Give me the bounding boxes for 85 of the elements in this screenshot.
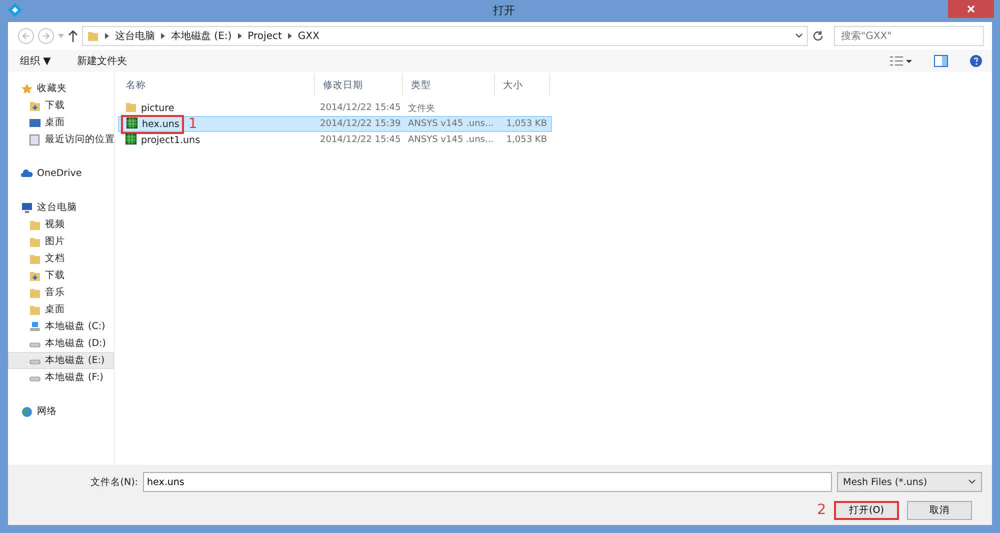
- date-cell-text: 2014/12/22 15:45: [319, 135, 402, 145]
- filename-label: 文件名(N):: [89, 476, 138, 488]
- back-arrow-icon: [22, 32, 30, 40]
- computer-icon: [21, 202, 33, 214]
- folder-icon: [29, 252, 41, 264]
- sidebar-item[interactable]: 下载: [8, 97, 114, 114]
- mesh-file-icon: [126, 116, 138, 128]
- sidebar-item[interactable]: 本地磁盘 (C:): [8, 318, 114, 335]
- sidebar-item[interactable]: 下载: [8, 267, 114, 284]
- chevron-icon: [105, 33, 109, 39]
- file-row[interactable]: picture 2014/12/22 15:45 文件夹: [118, 100, 552, 116]
- sidebar-item[interactable]: 桌面: [8, 114, 114, 131]
- file-name: hex.uns: [142, 118, 180, 130]
- size-cell-text: 1,053 KB: [505, 135, 548, 145]
- sidebar-item[interactable]: 网络: [8, 403, 114, 420]
- close-icon: [967, 5, 975, 13]
- dialog-button[interactable]: 打开(O): [834, 500, 899, 520]
- search-field[interactable]: 搜索"GXX": [834, 26, 984, 46]
- folder-icon: [87, 30, 99, 42]
- mesh-file-icon: [125, 132, 137, 144]
- sidebar-item[interactable]: 图片: [8, 233, 114, 250]
- new-folder-button[interactable]: 新建文件夹: [74, 52, 129, 70]
- breadcrumb[interactable]: GXX: [298, 30, 320, 42]
- sidebar-item[interactable]: 音乐: [8, 284, 114, 301]
- chevron-icon: [161, 33, 165, 39]
- file-row[interactable]: hex.uns 1 2014/12/22 15:39 ANSYS v145 .uns... 1,053 KB: [118, 116, 552, 132]
- file-type-dropdown[interactable]: Mesh Files (*.uns): [837, 472, 982, 492]
- app-logo-icon: [8, 3, 22, 17]
- refresh-icon[interactable]: [812, 30, 824, 42]
- folder-icon: [29, 304, 41, 316]
- recent-places-icon: [29, 134, 41, 146]
- chevron-icon: [288, 33, 292, 39]
- column-header[interactable]: 名称: [118, 74, 315, 96]
- address-bar[interactable]: 这台电脑 本地磁盘 (E:) Project GXX: [82, 26, 808, 46]
- sidebar-item[interactable]: 桌面: [8, 301, 114, 318]
- dropdown-caret-icon[interactable]: [795, 33, 803, 39]
- annotation-number: 1: [188, 117, 198, 131]
- sidebar-item[interactable]: 本地磁盘 (D:): [8, 335, 114, 352]
- window-title: 打开: [493, 2, 515, 18]
- file-name: project1.uns: [141, 134, 200, 146]
- file-row[interactable]: project1.uns 2014/12/22 15:45 ANSYS v145 .uns... 1,053 KB: [118, 132, 552, 148]
- sidebar-item[interactable]: 本地磁盘 (E:): [8, 352, 114, 369]
- column-header[interactable]: 修改日期: [315, 74, 403, 96]
- dropdown-caret-icon: [968, 479, 976, 485]
- folder-icon: [29, 236, 41, 248]
- sidebar-item[interactable]: 收藏夹: [8, 80, 114, 97]
- sidebar-item[interactable]: 这台电脑: [8, 199, 114, 216]
- preview-pane-icon[interactable]: [934, 55, 948, 67]
- type-cell-text: ANSYS v145 .uns...: [407, 135, 495, 145]
- folder-icon: [125, 100, 137, 112]
- organize-menu[interactable]: 组织 ▼: [18, 52, 53, 70]
- column-header[interactable]: 大小: [495, 74, 550, 96]
- annotation-number: 2: [817, 503, 826, 517]
- chevron-icon: [238, 33, 242, 39]
- size-cell-text: 1,053 KB: [505, 119, 548, 129]
- sidebar-item[interactable]: 最近访问的位置: [8, 131, 114, 148]
- breadcrumb[interactable]: 这台电脑: [115, 29, 155, 43]
- forward-arrow-icon: [42, 32, 50, 40]
- date-cell-text: 2014/12/22 15:45: [319, 103, 402, 113]
- sidebar-item[interactable]: 文档: [8, 250, 114, 267]
- view-options-icon[interactable]: [890, 56, 912, 66]
- system-drive-icon: [29, 320, 41, 332]
- breadcrumb[interactable]: Project: [248, 30, 282, 42]
- network-icon: [21, 406, 33, 418]
- filename-field[interactable]: hex.uns: [143, 472, 832, 492]
- star-icon: [21, 82, 33, 94]
- sidebar-item[interactable]: 视频: [8, 216, 114, 233]
- sidebar-item[interactable]: OneDrive: [8, 165, 114, 182]
- date-cell-text: 2014/12/22 15:39: [319, 119, 402, 129]
- download-folder-icon: [29, 270, 41, 282]
- type-cell-text: 文件夹: [407, 102, 436, 114]
- folder-icon: [29, 286, 41, 298]
- download-folder-icon: [29, 100, 41, 112]
- sidebar-item[interactable]: 本地磁盘 (F:): [8, 369, 114, 386]
- type-cell-text: ANSYS v145 .uns...: [407, 119, 495, 129]
- column-header[interactable]: 类型: [403, 74, 495, 96]
- breadcrumb[interactable]: 本地磁盘 (E:): [171, 29, 232, 43]
- desktop-icon: [29, 116, 41, 128]
- cloud-icon: [21, 168, 33, 180]
- file-name: picture: [141, 102, 174, 114]
- close-button[interactable]: [948, 0, 994, 18]
- folder-icon: [29, 218, 41, 230]
- up-arrow-icon[interactable]: [68, 30, 78, 42]
- help-icon[interactable]: [970, 55, 982, 67]
- dialog-button[interactable]: 取消: [907, 500, 972, 520]
